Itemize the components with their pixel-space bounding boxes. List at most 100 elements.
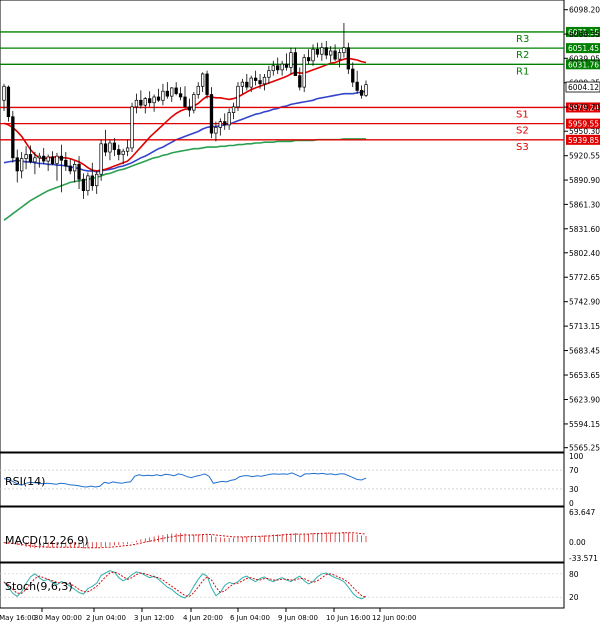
price-axis-label: 5594.15 [569, 420, 600, 429]
candle-body [165, 90, 169, 97]
level-name-r2: R2 [516, 50, 529, 61]
candle-body [86, 175, 90, 192]
level-tag-label-r2: 6051.45 [568, 44, 599, 53]
candle-body [359, 90, 364, 96]
candle-body [253, 77, 258, 81]
candle-body [148, 98, 152, 104]
price-axis-label: 5802.40 [569, 249, 600, 258]
level-name-r1: R1 [516, 66, 529, 77]
candle-body [231, 106, 236, 113]
price-axis-label: 6068.55 [569, 30, 600, 39]
time-axis-label: 12 Jun 00:00 [372, 614, 416, 622]
stoch-axis-label: 80 [569, 570, 579, 579]
candle-body [223, 121, 227, 126]
current-price-label: 6004.12 [568, 83, 599, 92]
time-axis-label: 10 Jun 16:00 [326, 614, 370, 622]
price-axis-label: 5623.90 [569, 395, 600, 404]
candle-body [50, 156, 55, 164]
candle-body [227, 112, 231, 126]
rsi-axis-label: 70 [569, 466, 579, 475]
candle-body [262, 76, 267, 85]
candle-body [121, 150, 125, 155]
candle-body [329, 50, 333, 56]
candle-body [81, 178, 86, 192]
chart-canvas: R36071.15R26051.45R16031.76S15979.24S259… [0, 0, 600, 622]
candle-body [267, 70, 271, 78]
candle-body [2, 85, 6, 101]
level-tag-label-s3: 5939.85 [568, 136, 599, 145]
candle-body [218, 121, 222, 128]
candle-body [183, 96, 187, 108]
level-name-s2: S2 [516, 126, 529, 137]
candle-body [156, 96, 161, 101]
candle-body [236, 85, 240, 108]
candle-body [346, 47, 350, 70]
candle-body [284, 63, 289, 68]
candle-body [271, 65, 275, 72]
candle-body [174, 87, 178, 95]
candle-body [28, 154, 33, 163]
candle-body [201, 73, 205, 87]
price-axis-label: 6039.05 [569, 54, 600, 63]
candle-body [55, 155, 59, 164]
candle-body [249, 77, 253, 88]
candle-body [112, 142, 117, 150]
candle-body [15, 157, 19, 172]
price-axis-label: 5979.70 [569, 103, 600, 112]
candle-body [306, 57, 311, 62]
stoch-panel-frame [0, 562, 565, 609]
candle-body [139, 99, 143, 106]
candle-body [33, 157, 37, 163]
candle-body [108, 142, 112, 153]
candle-body [240, 81, 245, 87]
time-axis-label: 30 May 00:00 [34, 614, 82, 622]
level-name-s1: S1 [516, 109, 529, 120]
candle-body [214, 127, 218, 134]
price-axis-label: 5890.90 [569, 176, 600, 185]
candle-body [46, 156, 50, 162]
macd-axis: 63.647 0.00 -33.571 [569, 508, 598, 563]
candle-body [134, 99, 139, 108]
candle-body [68, 165, 72, 172]
macd-axis-label: -33.571 [569, 554, 598, 563]
candle-body [315, 48, 320, 55]
candle-body [311, 48, 315, 62]
time-axis-label: 9 Jun 08:00 [278, 614, 318, 622]
price-axis-label: 5683.45 [569, 347, 600, 356]
level-name-r3: R3 [516, 34, 529, 45]
candle-body [351, 68, 355, 83]
rsi-panel-frame [0, 452, 565, 507]
candle-body [6, 86, 11, 118]
candle-body [293, 52, 298, 76]
price-axis: 6098.206068.556039.056009.355979.705950.… [564, 6, 600, 453]
candle-body [143, 98, 147, 106]
candle-body [64, 159, 68, 167]
stoch-axis: 80 20 [569, 570, 579, 602]
candle-body [152, 96, 156, 104]
candle-body [77, 164, 81, 180]
price-axis-label: 5920.55 [569, 152, 600, 161]
macd-axis-label: 0.00 [569, 538, 586, 547]
rsi-axis-label: 0 [569, 499, 574, 508]
stoch-title: Stoch(9,6,3) [5, 580, 73, 593]
price-axis-label: 5653.65 [569, 371, 600, 380]
candle-body [280, 63, 284, 71]
candle-body [364, 84, 368, 96]
candle-body [298, 75, 302, 88]
candle-body [125, 147, 130, 152]
macd-panel: 63.647 0.00 -33.571 MACD(12,26,9) [0, 506, 598, 563]
rsi-panel: 100 70 30 0 RSI(14) [0, 452, 584, 508]
time-axis-label: 4 Jun 20:00 [183, 614, 223, 622]
main-price-panel: R36071.15R26051.45R16031.76S15979.24S259… [0, 0, 600, 453]
candle-body [99, 143, 103, 175]
time-axis-label: 6 Jun 04:00 [230, 614, 270, 622]
candle-body [42, 155, 46, 162]
price-axis-label: 5742.90 [569, 298, 600, 307]
stoch-axis-label: 20 [569, 593, 579, 602]
rsi-axis-label: 30 [569, 485, 579, 494]
candle-body [59, 155, 64, 161]
level-name-s3: S3 [516, 142, 529, 153]
time-axis-label: 3 Jun 12:00 [134, 614, 174, 622]
candle-body [245, 81, 249, 88]
candle-body [161, 90, 165, 101]
